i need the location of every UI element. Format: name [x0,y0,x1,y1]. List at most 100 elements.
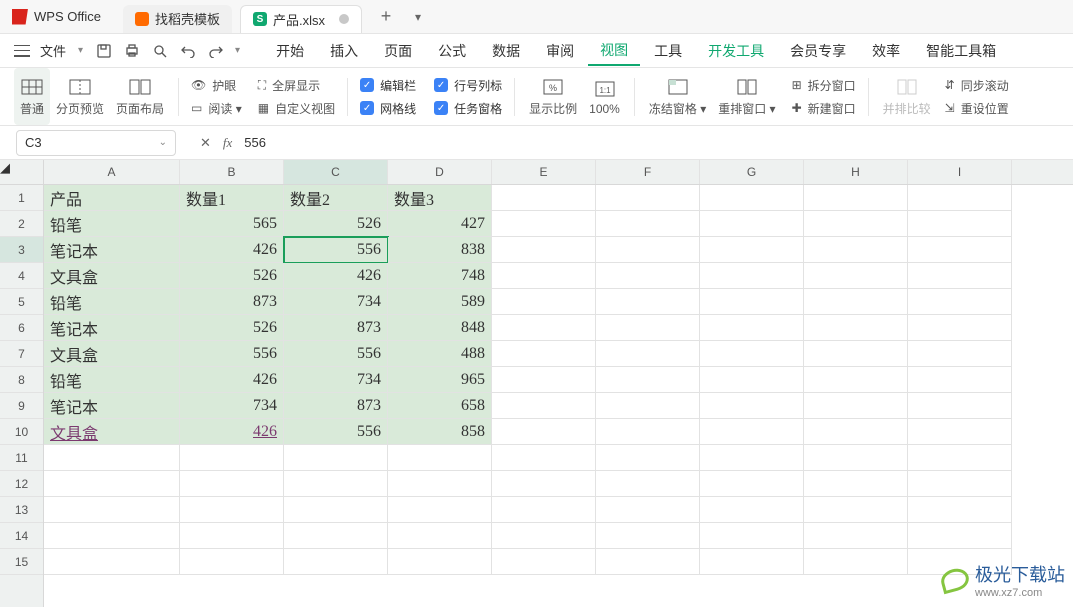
cell[interactable]: 838 [388,237,492,263]
col-header[interactable]: F [596,160,700,184]
cell[interactable] [388,549,492,575]
cell[interactable] [596,185,700,211]
cell[interactable]: 426 [180,419,284,445]
row-header[interactable]: 4 [0,263,43,289]
cell[interactable]: 488 [388,341,492,367]
cell[interactable] [180,497,284,523]
cell[interactable] [804,471,908,497]
cell[interactable]: 427 [388,211,492,237]
cell[interactable] [804,341,908,367]
col-header[interactable]: G [700,160,804,184]
cell[interactable]: 铅笔 [44,211,180,237]
cell[interactable] [492,367,596,393]
menu-page[interactable]: 页面 [372,37,424,65]
menu-insert[interactable]: 插入 [318,37,370,65]
cell[interactable] [804,523,908,549]
cell[interactable] [700,289,804,315]
menu-efficiency[interactable]: 效率 [860,37,912,65]
cell[interactable] [700,263,804,289]
row-header[interactable]: 13 [0,497,43,523]
row-header[interactable]: 11 [0,445,43,471]
cell[interactable]: 426 [180,237,284,263]
cell[interactable] [700,211,804,237]
cell[interactable] [700,237,804,263]
cell[interactable] [908,445,1012,471]
cell[interactable] [596,549,700,575]
print-icon[interactable] [123,42,141,60]
cell[interactable] [804,367,908,393]
cell[interactable] [180,549,284,575]
cell[interactable]: 873 [180,289,284,315]
cell[interactable]: 526 [284,211,388,237]
redo-icon[interactable] [207,42,225,60]
row-header[interactable]: 5 [0,289,43,315]
cell[interactable]: 数量2 [284,185,388,211]
row-header[interactable]: 8 [0,367,43,393]
check-formula-bar[interactable]: ✓编辑栏 [360,74,416,96]
row-header[interactable]: 9 [0,393,43,419]
cell[interactable] [180,445,284,471]
row-header[interactable]: 3 [0,237,43,263]
cell[interactable] [700,471,804,497]
cell[interactable] [388,523,492,549]
split-window-button[interactable]: ⊞拆分窗口 [792,74,856,96]
cell[interactable] [492,185,596,211]
cell[interactable] [908,419,1012,445]
file-menu-dropdown-icon[interactable]: ▾ [78,45,83,56]
cell[interactable] [908,341,1012,367]
cell[interactable]: 文具盒 [44,419,180,445]
cell[interactable] [492,263,596,289]
cell[interactable] [492,289,596,315]
check-gridlines[interactable]: ✓网格线 [360,97,416,119]
cell[interactable] [44,471,180,497]
cell[interactable]: 965 [388,367,492,393]
menu-start[interactable]: 开始 [264,37,316,65]
cell[interactable] [492,445,596,471]
cell[interactable] [492,211,596,237]
view-page-layout[interactable]: 页面布局 [110,68,170,125]
row-header[interactable]: 6 [0,315,43,341]
cell[interactable] [492,497,596,523]
tab-menu-button[interactable]: ▾ [406,5,430,29]
cell[interactable]: 笔记本 [44,315,180,341]
col-header[interactable]: B [180,160,284,184]
cell[interactable]: 734 [284,289,388,315]
cell[interactable]: 748 [388,263,492,289]
cell[interactable]: 铅笔 [44,289,180,315]
cell[interactable] [492,471,596,497]
cell[interactable] [492,419,596,445]
fullscreen-button[interactable]: ⛶全屏显示 [258,74,335,96]
cell[interactable] [804,393,908,419]
cell[interactable]: 526 [180,315,284,341]
hamburger-icon[interactable] [14,45,30,57]
cell[interactable] [700,393,804,419]
cell[interactable]: 426 [284,263,388,289]
tab-document[interactable]: S 产品.xlsx [240,5,362,33]
cell[interactable]: 734 [284,367,388,393]
cell[interactable]: 658 [388,393,492,419]
cell[interactable] [908,393,1012,419]
cell[interactable] [596,211,700,237]
cell[interactable]: 数量1 [180,185,284,211]
cell[interactable] [908,185,1012,211]
menu-data[interactable]: 数据 [480,37,532,65]
custom-view-button[interactable]: ▦自定义视图 [258,97,335,119]
cell[interactable]: 556 [284,419,388,445]
cell[interactable] [804,419,908,445]
cell[interactable] [908,497,1012,523]
col-header[interactable]: D [388,160,492,184]
cell[interactable]: 数量3 [388,185,492,211]
cell[interactable] [908,289,1012,315]
col-header[interactable]: H [804,160,908,184]
cell[interactable] [908,367,1012,393]
cell[interactable] [596,497,700,523]
cell[interactable] [388,497,492,523]
cell[interactable] [908,523,1012,549]
cell[interactable] [44,445,180,471]
menu-review[interactable]: 审阅 [534,37,586,65]
check-task-pane[interactable]: ✓任务窗格 [434,97,502,119]
row-header[interactable]: 7 [0,341,43,367]
cell[interactable]: 589 [388,289,492,315]
cell[interactable] [908,237,1012,263]
col-header[interactable]: E [492,160,596,184]
